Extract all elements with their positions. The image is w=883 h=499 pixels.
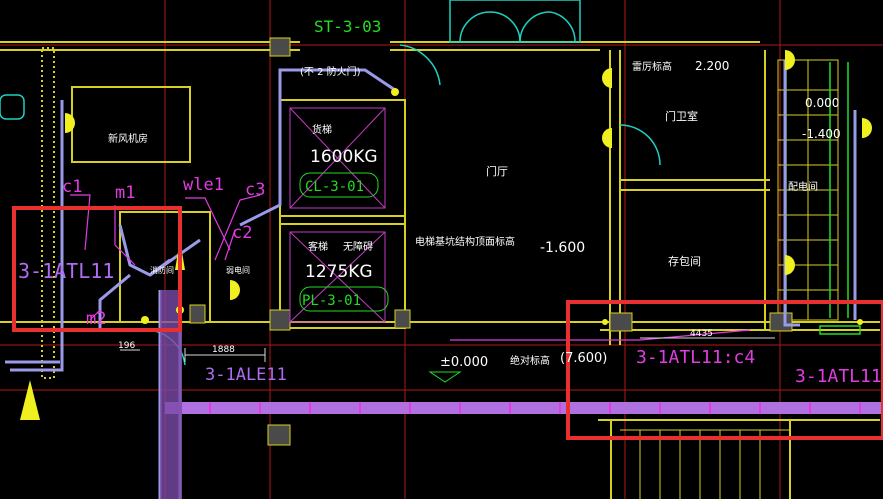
label-guard-room: 门卫室	[665, 109, 698, 123]
label-panel-mid: 3-1ATL11:c4	[636, 347, 755, 368]
label-elevator1-load: 1600KG	[310, 147, 378, 167]
label-wle1: wle1	[183, 175, 224, 195]
label-elevator1-name: 货梯	[312, 123, 332, 136]
label-dim-196: 196	[118, 341, 135, 351]
label-c2: c2	[232, 223, 252, 243]
label-m1: m1	[115, 183, 135, 203]
label-elevator2-load: 1275KG	[305, 262, 373, 282]
label-elevator2-name: 客梯	[308, 240, 328, 253]
conduits	[5, 60, 857, 499]
label-level-neg1600: -1.600	[540, 240, 585, 256]
label-dim-1888: 1888	[212, 345, 235, 355]
label-elevator1-tag: CL-3-01	[305, 179, 364, 195]
label-top-paren: (不 2 防火门)	[300, 65, 361, 78]
label-stair-right: 配电间	[788, 180, 818, 193]
label-dim-4435: 4435	[690, 329, 713, 339]
label-m2: m2	[86, 309, 106, 329]
label-guard-elev: 雷厉标高	[632, 60, 672, 73]
label-abs-elev-val: (7.600)	[560, 351, 607, 366]
label-level-neg1400: -1.400	[802, 127, 841, 141]
label-c1: c1	[62, 177, 82, 197]
label-elevator2-extra: 无障碍	[343, 240, 373, 253]
label-fresh-air-room: 新风机房	[108, 132, 148, 145]
label-level-pm0000: ±0.000	[440, 355, 488, 370]
label-abs-elev: 绝对标高	[510, 354, 550, 367]
label-room-small1: 消防间	[150, 265, 174, 275]
label-storage-room: 存包间	[668, 254, 701, 268]
label-level-0000-small: 0.000	[805, 96, 839, 110]
grid-lines	[0, 0, 883, 499]
label-panel-left: 3-1ATL11	[18, 259, 114, 283]
label-c3: c3	[245, 180, 265, 200]
label-elevator2-tag: PL-3-01	[302, 293, 361, 309]
cad-floor-plan: ST-3-03 (不 2 防火门) 新风机房 货梯 1600KG CL-3-01…	[0, 0, 883, 499]
label-room-small2: 弱电间	[226, 265, 250, 275]
label-top-box: ST-3-03	[314, 17, 381, 36]
label-guard-elev-val: 2.200	[695, 59, 729, 73]
label-elevator-note: 电梯基坑结构顶面标高	[415, 235, 515, 248]
stair-right	[620, 59, 839, 499]
label-panel-ale: 3-1ALE11	[205, 365, 287, 385]
label-panel-right: 3-1ATL11:c	[795, 366, 883, 387]
label-lobby: 门厅	[486, 164, 508, 178]
